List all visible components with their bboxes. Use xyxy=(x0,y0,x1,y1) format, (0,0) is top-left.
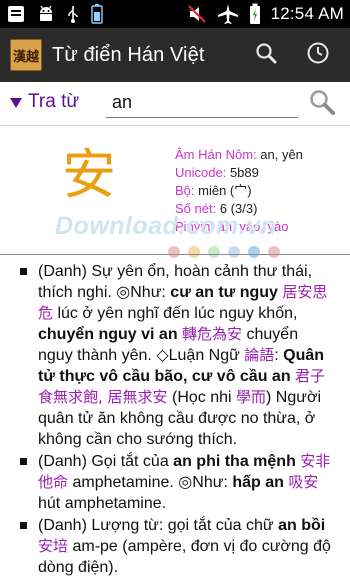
android-icon xyxy=(36,3,56,25)
bullet-marker xyxy=(20,268,27,275)
search-input[interactable] xyxy=(106,88,298,118)
han-text[interactable]: 學而 xyxy=(236,388,266,406)
term-bold: hấp an xyxy=(232,474,284,491)
clock: 12:54 AM xyxy=(270,4,344,23)
info-han-nom: Âm Hán Nôm: an, yên xyxy=(175,147,303,162)
headword-character: 安 xyxy=(62,143,116,206)
magnifier-icon xyxy=(310,90,335,115)
usb-icon xyxy=(66,3,80,25)
term-bold: chuyển nguy vi an xyxy=(38,326,178,343)
bullet-marker xyxy=(20,522,27,529)
bullet-marker xyxy=(20,458,27,465)
info-unicode: Unicode: 5b89 xyxy=(175,165,259,180)
definition-item: (Danh) Gọi tắt của an phi tha mệnh 安非他命 … xyxy=(0,451,350,514)
mute-icon xyxy=(187,3,207,25)
definition-text: amphetamine. ◎Như: xyxy=(68,474,233,491)
definition-text: am-pe (ampère, đơn vị đo cường độ dòng đ… xyxy=(38,538,331,576)
battery-saver-icon xyxy=(90,3,104,25)
airplane-icon xyxy=(217,3,239,25)
definition-text: (Danh) Gọi tắt của xyxy=(38,453,174,470)
app-logo[interactable]: 漢越 xyxy=(10,39,42,71)
definition-text: (Học nhi xyxy=(167,389,237,406)
dropdown-arrow-icon xyxy=(10,98,22,108)
search-mode-dropdown[interactable]: Tra từ xyxy=(10,91,79,113)
search-mode-label: Tra từ xyxy=(28,91,80,112)
info-radical: Bộ: miên (宀) xyxy=(175,183,252,198)
search-bar: Tra từ xyxy=(0,82,350,126)
han-text[interactable]: 轉危為安 xyxy=(182,325,242,343)
definition-text: lúc ở yên nghĩ đến lúc nguy khốn, xyxy=(53,305,298,322)
search-button[interactable] xyxy=(306,86,338,118)
definition-text: : xyxy=(274,347,284,364)
term-bold: cư an tư nguy xyxy=(170,284,278,301)
definition-text: (Danh) Lượng từ: gọi tắt của chữ xyxy=(38,517,279,534)
character-header: 安 Âm Hán Nôm: an, yên Unicode: 5b89 Bộ: … xyxy=(0,126,350,258)
search-icon[interactable] xyxy=(254,41,278,70)
definition-list: (Danh) Sự yên ổn, hoàn cảnh thư thái, th… xyxy=(0,254,350,583)
definition-item: (Danh) Sự yên ổn, hoàn cảnh thư thái, th… xyxy=(0,261,350,450)
status-bar: 12:54 AM xyxy=(0,0,350,28)
term-bold: an phi tha mệnh xyxy=(173,453,296,470)
battery-icon xyxy=(249,3,261,25)
notification-icon xyxy=(6,3,26,25)
definition-text: hút amphetamine. xyxy=(38,495,167,512)
han-text[interactable]: 論語 xyxy=(244,346,274,364)
definition-item: (Danh) Lượng từ: gọi tắt của chữ an bồi … xyxy=(0,515,350,578)
watermark: Download.com.vn xyxy=(55,212,277,240)
term-bold: an bồi xyxy=(278,517,326,534)
han-text[interactable]: 安培 xyxy=(38,537,68,555)
action-bar: 漢越 Từ điển Hán Việt xyxy=(0,28,350,82)
app-title: Từ điển Hán Việt xyxy=(52,43,205,66)
han-text[interactable]: 吸安 xyxy=(288,473,318,491)
history-icon[interactable] xyxy=(306,41,330,70)
